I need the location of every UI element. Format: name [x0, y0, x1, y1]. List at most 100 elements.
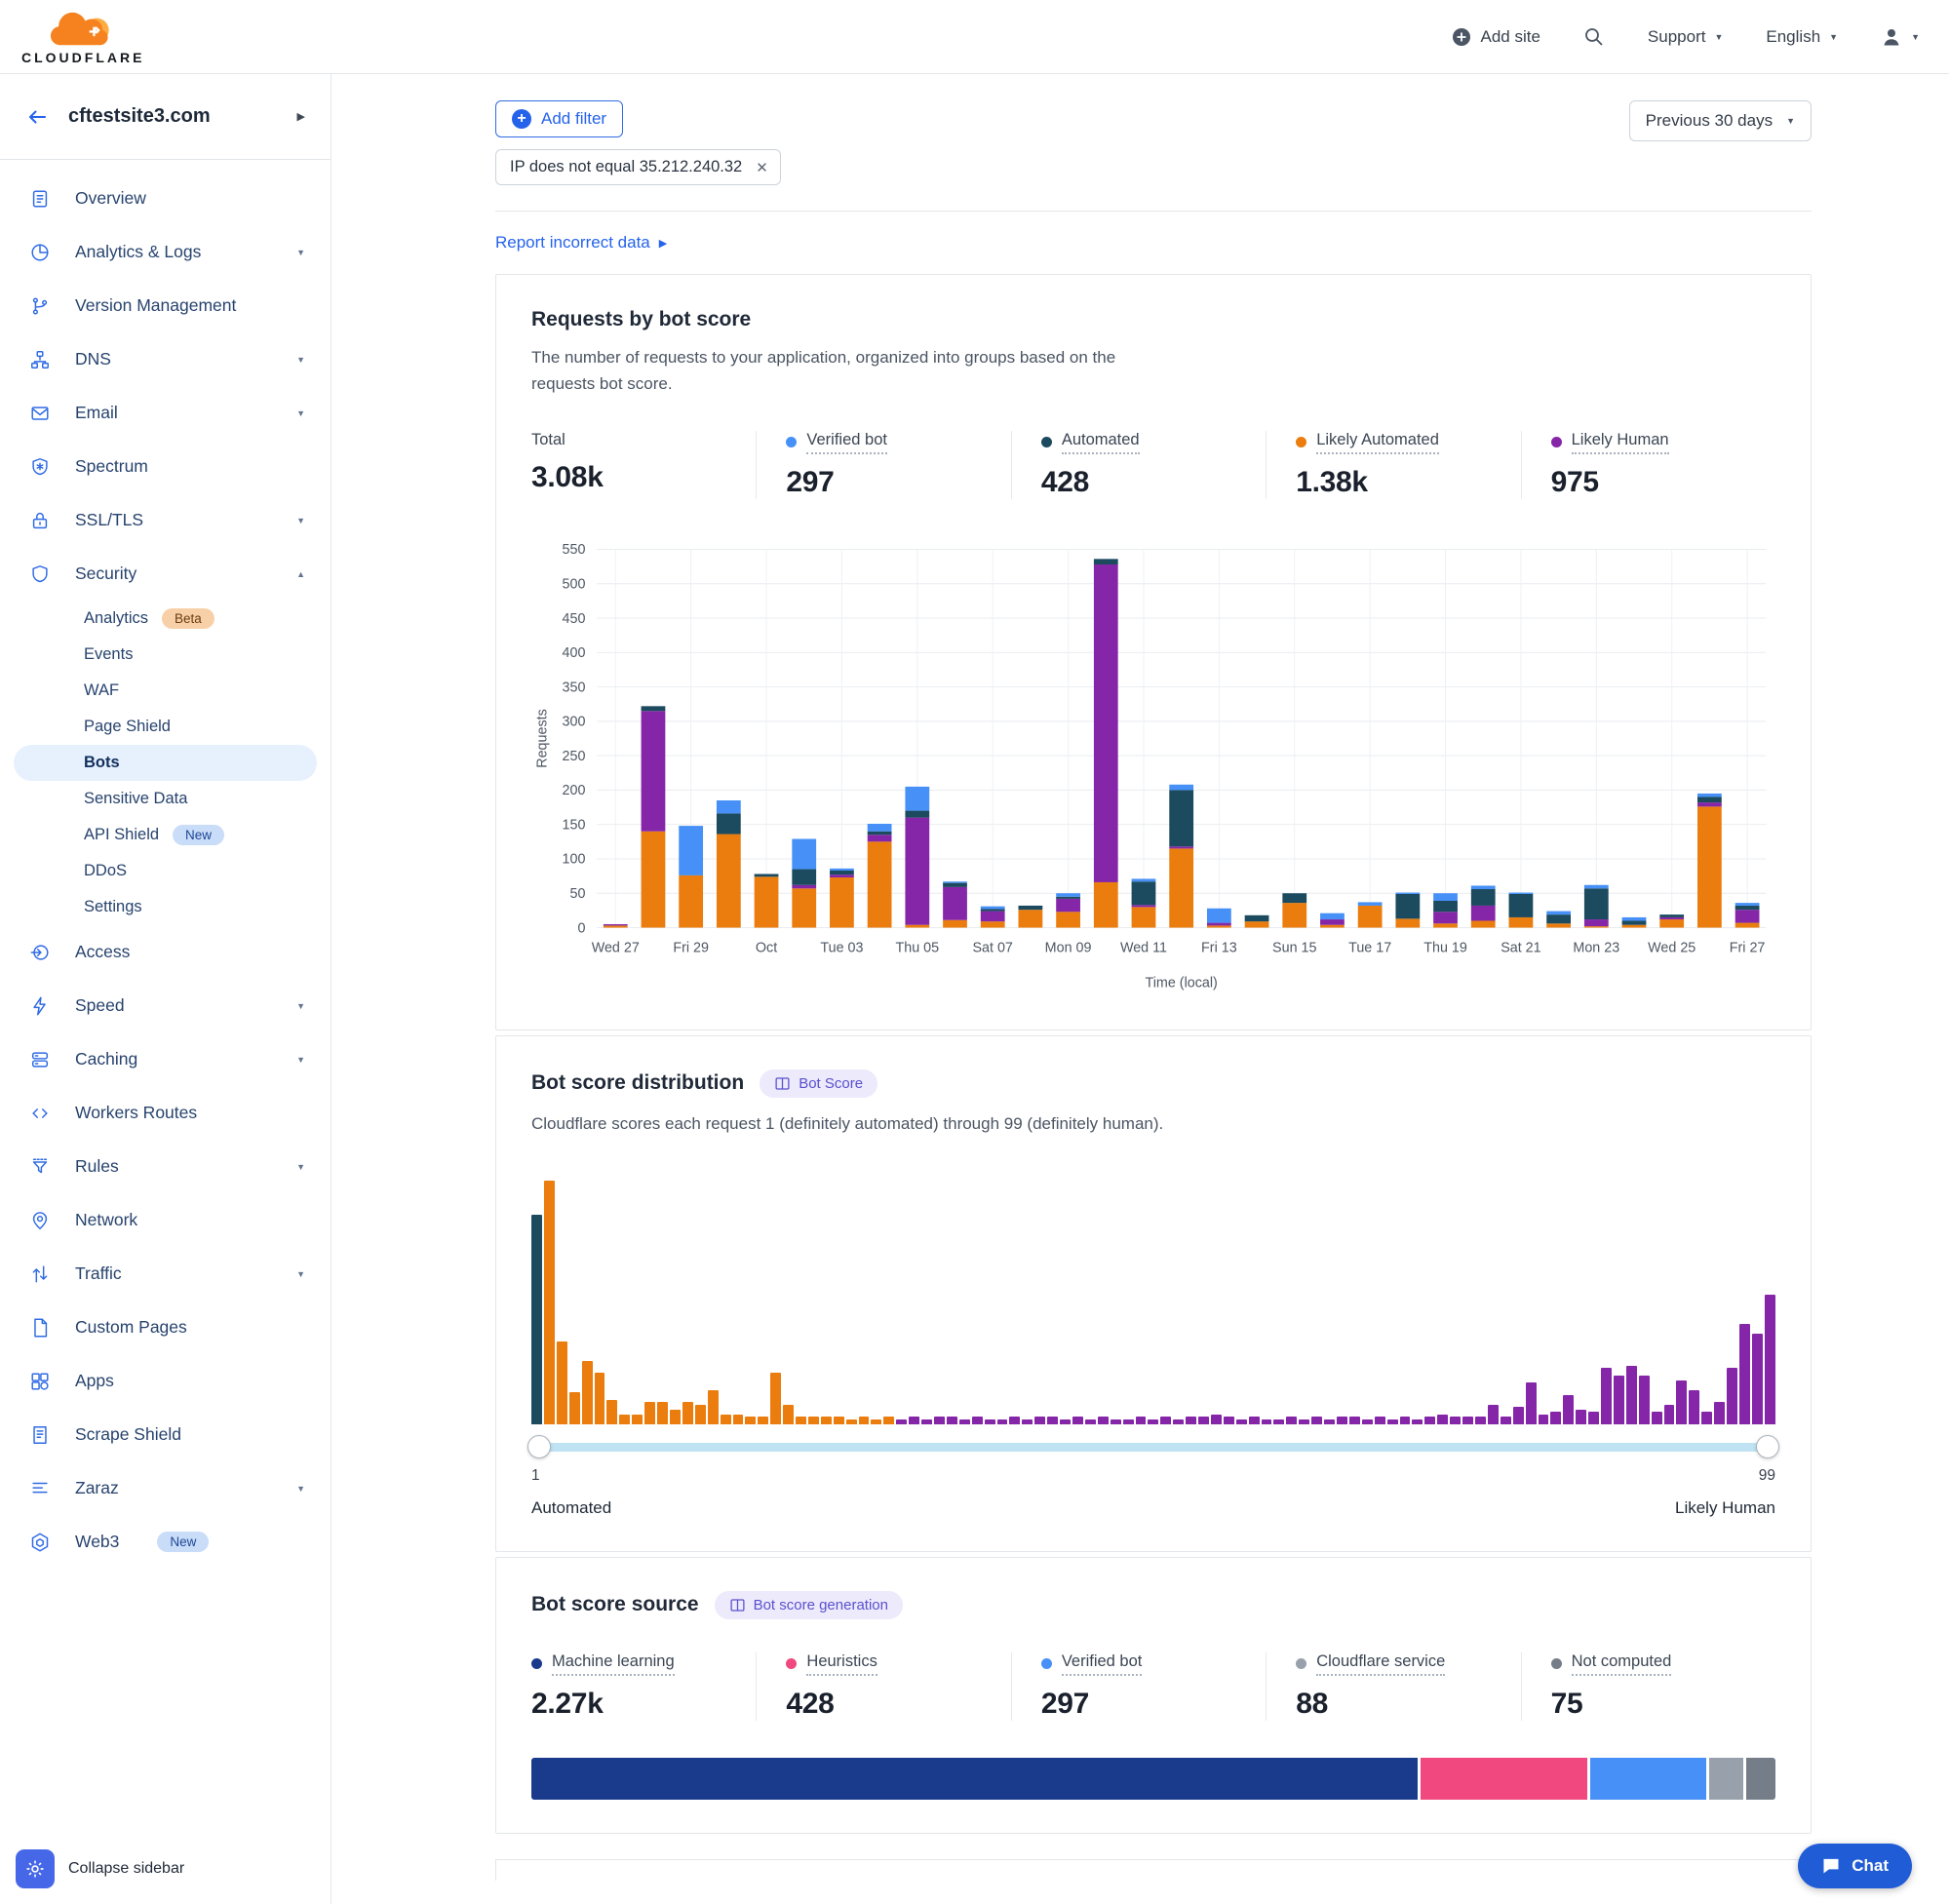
- histogram-bar: [1136, 1417, 1147, 1424]
- histogram-bar: [959, 1419, 970, 1424]
- remove-filter-icon[interactable]: ✕: [756, 159, 768, 176]
- histogram-bar: [1098, 1417, 1109, 1424]
- settings-gear-button[interactable]: [16, 1849, 55, 1888]
- histogram-bar: [934, 1417, 945, 1424]
- sidebar-item-ssl-tls[interactable]: SSL/TLS▼: [0, 493, 331, 547]
- access-icon: [29, 942, 51, 963]
- svg-text:400: 400: [563, 645, 586, 661]
- histogram-bar: [721, 1415, 731, 1424]
- sidebar-item-rules[interactable]: Rules▼: [0, 1140, 331, 1193]
- sidebar-item-workers-routes[interactable]: Workers Routes: [0, 1086, 331, 1140]
- svg-text:Fri 13: Fri 13: [1201, 940, 1237, 955]
- sidebar-item-security[interactable]: Security▲: [0, 547, 331, 601]
- sidebar-subitem-bots[interactable]: Bots: [14, 745, 317, 781]
- sidebar-item-zaraz[interactable]: Zaraz▼: [0, 1461, 331, 1515]
- collapse-sidebar-row[interactable]: Collapse sidebar: [0, 1838, 331, 1904]
- histogram-bar: [1034, 1417, 1045, 1424]
- report-incorrect-data-link[interactable]: Report incorrect data ▶: [495, 233, 667, 253]
- stat-likely-human: Likely Human975: [1521, 431, 1775, 499]
- ssl-icon: [29, 510, 51, 531]
- sidebar-subitem-analytics[interactable]: AnalyticsBeta: [14, 601, 317, 637]
- sidebar-subitem-ddos[interactable]: DDoS: [14, 853, 317, 889]
- slider-handle-min[interactable]: [527, 1435, 551, 1458]
- svg-text:Wed 25: Wed 25: [1648, 940, 1696, 955]
- histogram-bar: [1727, 1368, 1737, 1424]
- chat-button[interactable]: Chat: [1798, 1844, 1912, 1888]
- histogram-bar: [1198, 1417, 1209, 1424]
- histogram-bar: [1752, 1334, 1763, 1424]
- bot-score-doc-pill[interactable]: Bot Score: [760, 1069, 877, 1098]
- site-expand-icon[interactable]: ▶: [297, 110, 305, 123]
- svg-text:Sun 15: Sun 15: [1272, 940, 1316, 955]
- sidebar-item-scrape-shield[interactable]: Scrape Shield: [0, 1408, 331, 1461]
- sidebar-item-traffic[interactable]: Traffic▼: [0, 1247, 331, 1301]
- histogram-bar: [1437, 1415, 1448, 1424]
- slider-handle-max[interactable]: [1756, 1435, 1779, 1458]
- svg-text:Sat 07: Sat 07: [972, 940, 1012, 955]
- search-button[interactable]: [1583, 26, 1605, 48]
- histogram-bar: [834, 1417, 844, 1424]
- slider-min-value: 1: [531, 1467, 540, 1485]
- histogram-bar: [1047, 1417, 1058, 1424]
- histogram-bar: [1539, 1415, 1549, 1424]
- slider-track[interactable]: [531, 1443, 1775, 1452]
- histogram-bar: [770, 1373, 781, 1424]
- chevron-down-icon: ▼: [296, 1055, 305, 1065]
- histogram-bar: [1576, 1410, 1586, 1424]
- sidebar-item-version-management[interactable]: Version Management: [0, 279, 331, 332]
- svg-text:Time (local): Time (local): [1146, 975, 1218, 991]
- histogram-bar: [1664, 1405, 1675, 1424]
- histogram-bar: [657, 1402, 668, 1424]
- sidebar-item-analytics-logs[interactable]: Analytics & Logs▼: [0, 225, 331, 279]
- date-range-select[interactable]: Previous 30 days ▼: [1629, 100, 1812, 141]
- sidebar-subitem-settings[interactable]: Settings: [14, 889, 317, 925]
- histogram-bar: [644, 1402, 655, 1424]
- svg-text:200: 200: [563, 783, 586, 798]
- histogram-bar: [619, 1415, 630, 1424]
- sidebar-item-overview[interactable]: Overview: [0, 172, 331, 225]
- spectrum-icon: [29, 456, 51, 478]
- histogram-bar: [883, 1417, 894, 1424]
- sidebar-subitem-waf[interactable]: WAF: [14, 673, 317, 709]
- site-header[interactable]: cftestsite3.com ▶: [0, 74, 331, 160]
- account-menu[interactable]: ▼: [1881, 26, 1920, 48]
- histogram-bar: [985, 1419, 995, 1424]
- sidebar-item-spectrum[interactable]: Spectrum: [0, 440, 331, 493]
- histogram-bar: [1224, 1417, 1234, 1424]
- language-menu[interactable]: English▼: [1766, 27, 1838, 47]
- histogram-bar: [1652, 1412, 1662, 1424]
- sidebar-subitem-events[interactable]: Events: [14, 637, 317, 673]
- sidebar-subitem-api-shield[interactable]: API ShieldNew: [14, 817, 317, 853]
- site-name: cftestsite3.com: [68, 105, 211, 128]
- chevron-down-icon: ▼: [1786, 116, 1795, 126]
- sidebar-subitem-page-shield[interactable]: Page Shield: [14, 709, 317, 745]
- sidebar-item-custom-pages[interactable]: Custom Pages: [0, 1301, 331, 1354]
- histogram-bar: [1501, 1417, 1511, 1424]
- histogram-bar: [1450, 1417, 1461, 1424]
- svg-text:Thu 05: Thu 05: [896, 940, 940, 955]
- svg-text:50: 50: [570, 886, 586, 902]
- support-menu[interactable]: Support▼: [1648, 27, 1723, 47]
- add-filter-button[interactable]: + Add filter: [495, 100, 623, 137]
- sidebar-item-dns[interactable]: DNS▼: [0, 332, 331, 386]
- search-icon: [1583, 26, 1605, 48]
- sidebar-item-web3[interactable]: Web3New: [0, 1515, 331, 1569]
- histogram-bar: [846, 1419, 857, 1424]
- sidebar-item-access[interactable]: Access: [0, 925, 331, 979]
- sidebar-subitem-sensitive-data[interactable]: Sensitive Data: [14, 781, 317, 817]
- gear-icon: [24, 1858, 46, 1880]
- sidebar-item-email[interactable]: Email▼: [0, 386, 331, 440]
- stat-value: 2.27k: [531, 1688, 756, 1721]
- sidebar-item-apps[interactable]: Apps: [0, 1354, 331, 1408]
- chat-bubble-icon: [1821, 1856, 1841, 1876]
- back-arrow-icon[interactable]: [25, 105, 49, 129]
- filter-chip[interactable]: IP does not equal 35.212.240.32 ✕: [495, 149, 781, 185]
- sidebar-item-caching[interactable]: Caching▼: [0, 1032, 331, 1086]
- sidebar-item-speed[interactable]: Speed▼: [0, 979, 331, 1032]
- svg-text:Mon 09: Mon 09: [1045, 940, 1092, 955]
- legend-dot: [1296, 437, 1306, 447]
- bot-score-generation-doc-pill[interactable]: Bot score generation: [715, 1591, 903, 1619]
- source-stats-row: Machine learning2.27kHeuristics428Verifi…: [531, 1652, 1775, 1721]
- add-site-button[interactable]: Add site: [1452, 27, 1540, 47]
- sidebar-item-network[interactable]: Network: [0, 1193, 331, 1247]
